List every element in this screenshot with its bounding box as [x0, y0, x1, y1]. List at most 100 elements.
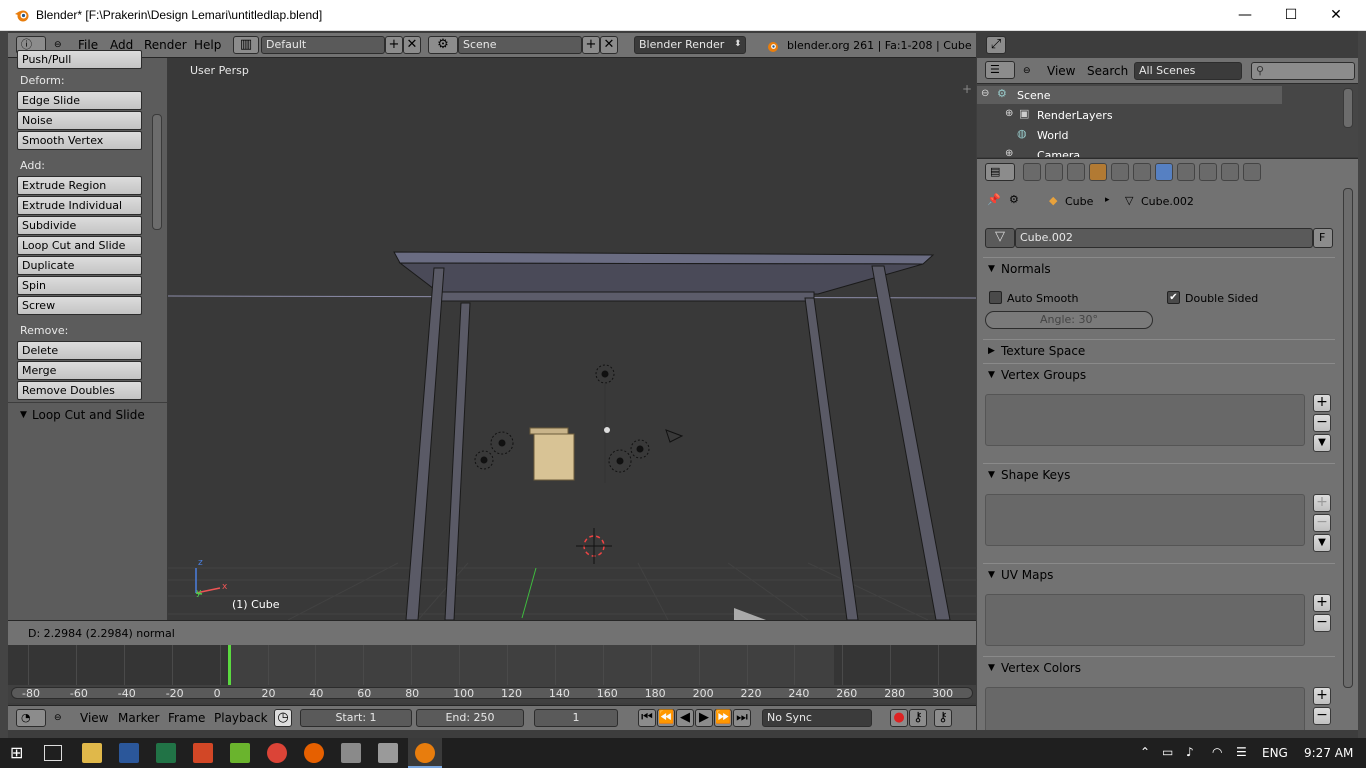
panel-shape-keys[interactable]: ▼ Shape Keys	[983, 463, 1335, 485]
tool-remove-doubles[interactable]: Remove Doubles	[17, 381, 142, 400]
timeline-menu-view[interactable]: View	[80, 711, 108, 725]
timeline-menu-marker[interactable]: Marker	[118, 711, 159, 725]
current-frame-field[interactable]: 1	[534, 709, 618, 727]
vertex-group-specials-button[interactable]: ▼	[1313, 434, 1331, 452]
vertex-groups-list[interactable]	[985, 394, 1305, 446]
network-icon[interactable]: ▭	[1162, 745, 1173, 759]
timeline-menu-frame[interactable]: Frame	[168, 711, 205, 725]
jump-end-button[interactable]: ⏭	[733, 709, 751, 727]
file-explorer-icon[interactable]	[82, 743, 102, 763]
auto-smooth-angle-slider[interactable]: Angle: 30°	[985, 311, 1153, 329]
tab-material-icon[interactable]	[1177, 163, 1195, 181]
end-frame-field[interactable]: End: 250	[416, 709, 524, 727]
menu-help[interactable]: Help	[194, 38, 221, 52]
timeline-menu-playback[interactable]: Playback	[214, 711, 268, 725]
outliner-menu-search[interactable]: Search	[1087, 64, 1128, 78]
outliner-editor-type-icon[interactable]: ☰	[985, 61, 1015, 79]
mesh-datablock-icon[interactable]: ▽	[985, 228, 1015, 248]
jump-start-button[interactable]: ⏮	[638, 709, 656, 727]
tab-object-icon[interactable]	[1111, 163, 1129, 181]
keying-set-icon[interactable]: ⚷	[909, 709, 927, 727]
tab-physics-icon[interactable]	[1243, 163, 1261, 181]
outliner-menu-view[interactable]: View	[1047, 64, 1075, 78]
minimize-button[interactable]: —	[1222, 0, 1268, 31]
timeline-scrollbar[interactable]	[11, 687, 973, 699]
tab-particles-icon[interactable]	[1221, 163, 1239, 181]
volume-icon[interactable]: ♪	[1186, 745, 1194, 759]
current-frame-marker[interactable]	[228, 645, 231, 685]
tab-render-icon[interactable]	[1023, 163, 1041, 181]
screen-layout-icon[interactable]: ▥	[233, 36, 259, 54]
timeline-collapse-icon[interactable]: ⊖	[54, 713, 62, 723]
tool-shelf-scrollbar[interactable]	[152, 114, 162, 230]
fake-user-toggle[interactable]: F	[1313, 228, 1333, 248]
timeline-editor[interactable]: -80 -60 -40 -20 0 20 40 60 80 100 120 140 160 180 200 2…	[8, 645, 976, 703]
uv-maps-list[interactable]	[985, 594, 1305, 646]
app-icon[interactable]	[230, 743, 250, 763]
tool-delete[interactable]: Delete	[17, 341, 142, 360]
vertex-color-remove-button[interactable]: −	[1313, 707, 1331, 725]
uv-map-add-button[interactable]: +	[1313, 594, 1331, 612]
task-view-icon[interactable]	[44, 745, 62, 761]
outliner-item-world[interactable]: World	[1037, 129, 1069, 142]
panel-uv-maps[interactable]: ▼ UV Maps	[983, 563, 1335, 585]
jump-keyframe-back-button[interactable]: ⏪	[657, 709, 675, 727]
clock[interactable]: 9:27 AM	[1304, 746, 1353, 760]
render-engine-select[interactable]: Blender Render	[634, 36, 746, 54]
panel-expand-icon[interactable]: ▼	[20, 410, 27, 420]
double-sided-checkbox[interactable]: ✔	[1167, 291, 1180, 304]
tool-subdivide[interactable]: Subdivide	[17, 216, 142, 235]
preview-range-icon[interactable]: ◷	[274, 709, 292, 727]
vertex-colors-list[interactable]	[985, 687, 1305, 730]
tool-merge[interactable]: Merge	[17, 361, 142, 380]
renderlayers-expand-icon[interactable]: ⊕	[1005, 108, 1013, 119]
operator-panel-title[interactable]: Loop Cut and Slide	[32, 408, 145, 422]
scene-collapse-icon[interactable]: ⊖	[981, 88, 989, 99]
outliner-display-mode-select[interactable]: All Scenes	[1134, 62, 1242, 80]
tool-screw[interactable]: Screw	[17, 296, 142, 315]
panel-texture-space[interactable]: ▶ Texture Space	[983, 339, 1335, 361]
scene-icon[interactable]: ⚙	[428, 36, 458, 54]
tray-chevron-icon[interactable]: ⌃	[1140, 745, 1150, 759]
tool-duplicate[interactable]: Duplicate	[17, 256, 142, 275]
word-icon[interactable]	[119, 743, 139, 763]
record-button[interactable]: ●	[890, 709, 908, 727]
3d-viewport[interactable]: User Persp (1) Cube z y x +	[168, 58, 976, 620]
outliner-scrollbar[interactable]	[1343, 88, 1353, 128]
panel-vertex-groups[interactable]: ▼ Vertex Groups	[983, 363, 1335, 385]
outliner-item-renderlayers[interactable]: RenderLayers	[1037, 109, 1113, 122]
vertex-group-remove-button[interactable]: −	[1313, 414, 1331, 432]
chrome-icon[interactable]	[267, 743, 287, 763]
auto-keyframe-icon[interactable]: ⚷	[934, 709, 952, 727]
wifi-icon[interactable]: ◠	[1212, 745, 1222, 759]
scene-field[interactable]: Scene	[458, 36, 582, 54]
language-indicator[interactable]: ENG	[1262, 746, 1288, 760]
add-scene-button[interactable]: +	[582, 36, 600, 54]
tab-scene-icon[interactable]	[1067, 163, 1085, 181]
start-windows-icon[interactable]: ⊞	[10, 743, 30, 763]
play-button[interactable]: ▶	[695, 709, 713, 727]
auto-smooth-checkbox[interactable]	[989, 291, 1002, 304]
camera-expand-icon[interactable]: ⊕	[1005, 148, 1013, 157]
tab-mesh-data-icon[interactable]	[1155, 163, 1173, 181]
remove-layout-button[interactable]: ✕	[403, 36, 421, 54]
firefox-icon[interactable]	[304, 743, 324, 763]
shape-key-add-button[interactable]: +	[1313, 494, 1331, 512]
shape-key-specials-button[interactable]: ▼	[1313, 534, 1331, 552]
tab-texture-icon[interactable]	[1199, 163, 1217, 181]
vertex-group-add-button[interactable]: +	[1313, 394, 1331, 412]
maximize-button[interactable]: ☐	[1268, 0, 1314, 31]
outliner-item-scene[interactable]: Scene	[1017, 89, 1051, 102]
pin-icon[interactable]: 📌	[987, 193, 1001, 206]
play-reverse-button[interactable]: ◀	[676, 709, 694, 727]
tool-loop-cut-and-slide[interactable]: Loop Cut and Slide	[17, 236, 142, 255]
tab-world-icon[interactable]	[1089, 163, 1107, 181]
excel-icon[interactable]	[156, 743, 176, 763]
vertex-color-add-button[interactable]: +	[1313, 687, 1331, 705]
tool-edge-slide[interactable]: Edge Slide	[17, 91, 142, 110]
menu-render[interactable]: Render	[144, 38, 187, 52]
screen-layout-field[interactable]: Default	[261, 36, 385, 54]
viewport-properties-toggle-icon[interactable]: +	[962, 82, 972, 96]
close-button[interactable]: ✕	[1313, 0, 1359, 31]
panel-normals[interactable]: ▼ Normals	[983, 257, 1335, 279]
